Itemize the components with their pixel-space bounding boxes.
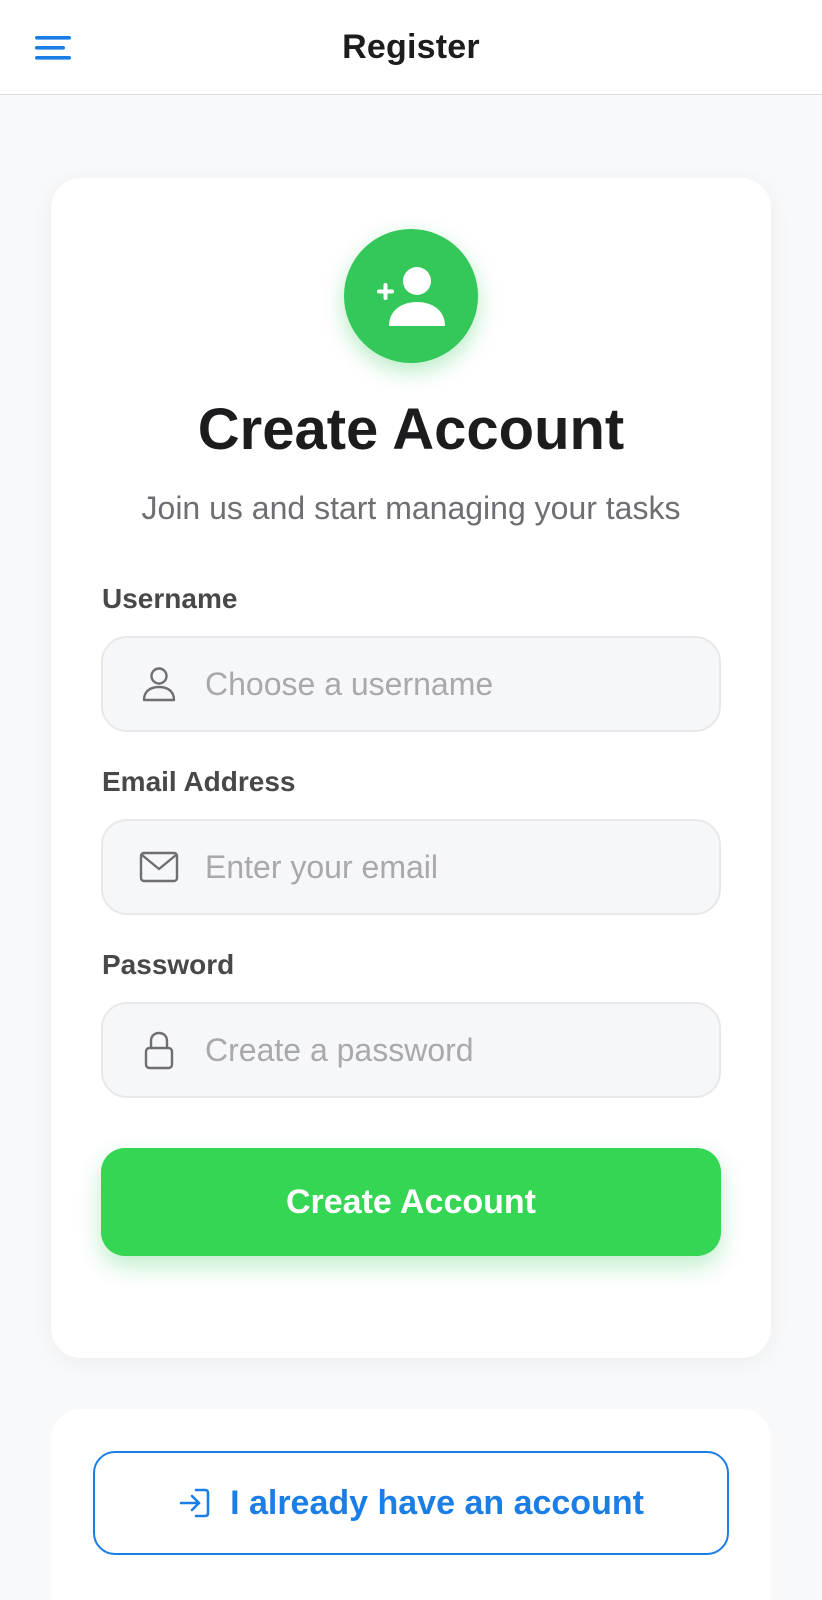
navigation-bar: Register [0, 0, 822, 95]
login-button-label: I already have an account [230, 1483, 644, 1522]
register-card: Create Account Join us and start managin… [51, 178, 771, 1358]
password-label: Password [102, 949, 235, 980]
card-subtitle: Join us and start managing your tasks [141, 490, 681, 526]
person-icon [139, 664, 179, 704]
login-card: I already have an account [51, 1409, 771, 1600]
avatar [344, 229, 478, 363]
email-field[interactable] [101, 819, 721, 915]
email-input[interactable] [205, 821, 699, 913]
email-label: Email Address [102, 766, 296, 797]
password-field[interactable] [101, 1002, 721, 1098]
person-add-icon [377, 267, 445, 326]
page-title: Register [342, 28, 480, 66]
lock-icon [139, 1030, 179, 1070]
login-button[interactable]: I already have an account [93, 1451, 729, 1555]
card-title: Create Account [197, 397, 625, 462]
username-input[interactable] [205, 638, 699, 730]
username-field[interactable] [101, 636, 721, 732]
password-input[interactable] [205, 1004, 699, 1096]
create-account-button[interactable]: Create Account [101, 1148, 721, 1256]
sign-in-icon [179, 1488, 210, 1518]
envelope-icon [139, 847, 179, 887]
username-label: Username [102, 583, 238, 614]
